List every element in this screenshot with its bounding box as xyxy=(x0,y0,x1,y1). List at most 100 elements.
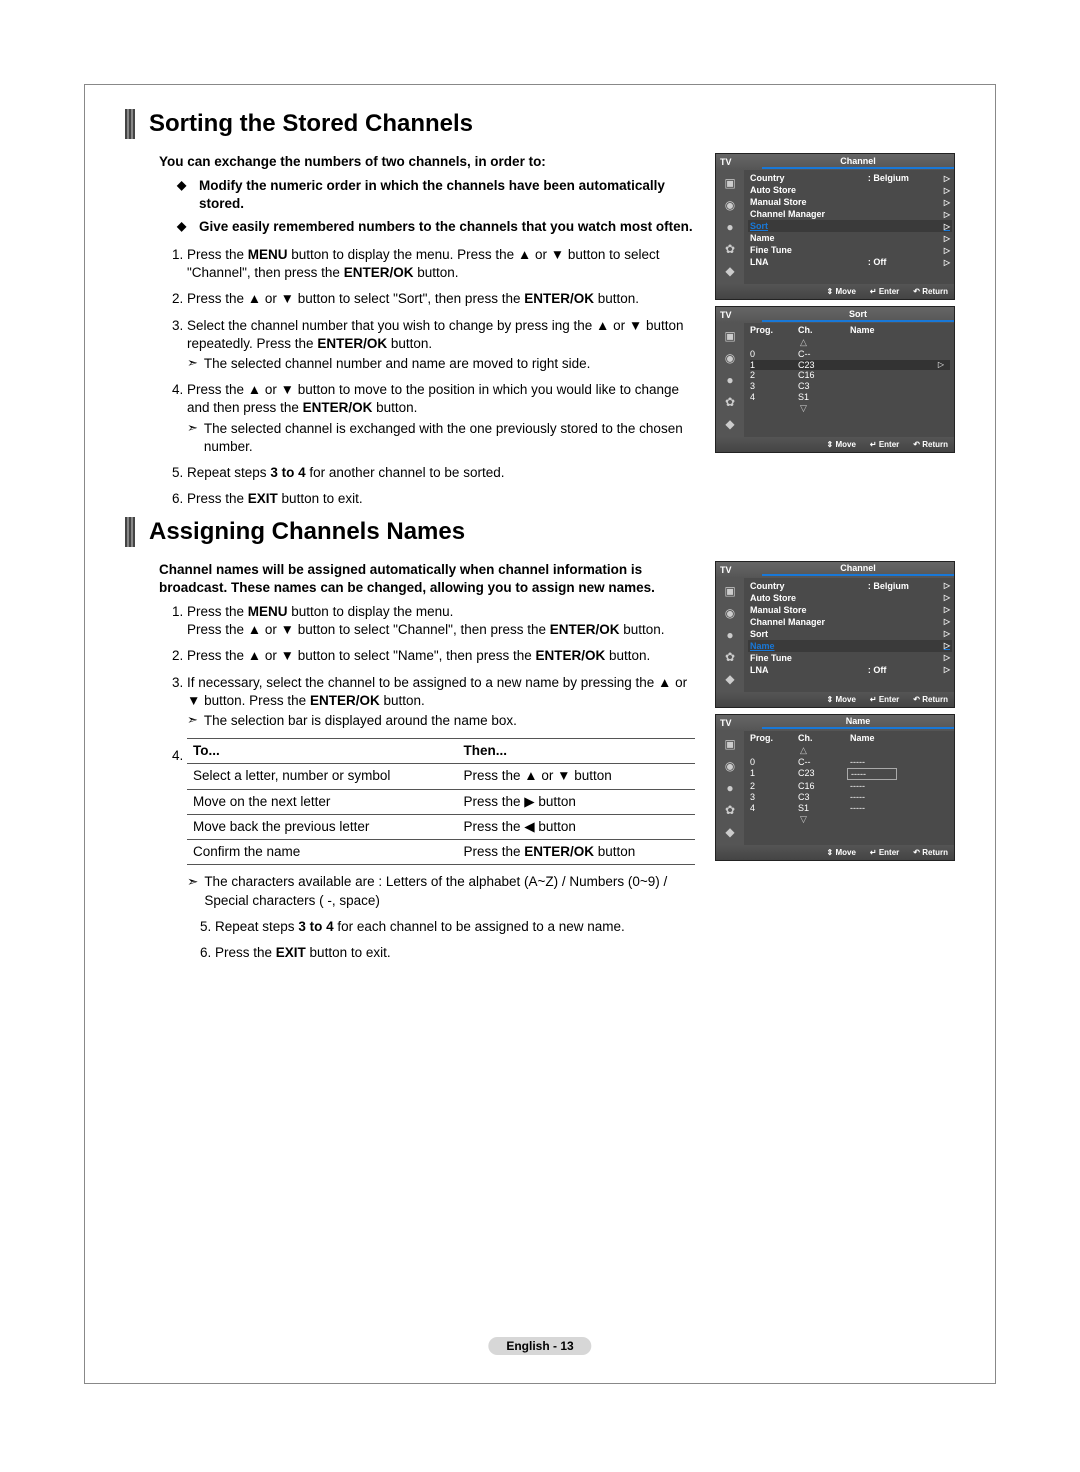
section2-intro: Channel names will be assigned automatic… xyxy=(159,561,695,597)
s2-step2: Press the ▲ or ▼ button to select "Name"… xyxy=(187,647,695,665)
osd-menu-item: Channel Manager▷ xyxy=(750,208,950,220)
td: Select a letter, number or symbol xyxy=(187,764,457,789)
scroll-down-icon: ▽ xyxy=(750,814,950,826)
step6: Press the EXIT button to exit. xyxy=(187,490,695,508)
step2: Press the ▲ or ▼ button to select "Sort"… xyxy=(187,290,695,308)
osd-menu-item: LNA: Off▷ xyxy=(750,664,950,676)
step4: Press the ▲ or ▼ button to move to the p… xyxy=(187,381,695,456)
osd-channel-menu: TVChannel ▣◉●✿◆ Country: Belgium▷Auto St… xyxy=(715,153,955,300)
td: Confirm the name xyxy=(187,840,457,865)
osd-title: Sort xyxy=(762,309,954,322)
osd-tv-label: TV xyxy=(716,565,762,575)
osd-return-hint: ↶ Return xyxy=(913,287,948,296)
osd-tv-label: TV xyxy=(716,310,762,320)
section-heading-sort: Sorting the Stored Channels xyxy=(125,109,955,139)
osd-channel-row: 3C3----- xyxy=(750,792,950,803)
osd-sort-list: TVSort ▣◉●✿◆ Prog.Ch.Name △ 0C--1C232C16… xyxy=(715,306,955,453)
osd-title: Channel xyxy=(762,563,954,576)
osd-menu-item: Name▷ xyxy=(748,640,952,652)
osd-move-hint: ⇕ Move xyxy=(827,287,856,296)
osd-title: Name xyxy=(762,716,954,729)
note-arrow-icon: ➣ xyxy=(187,712,198,730)
bullet-remembered: Give easily remembered numbers to the ch… xyxy=(199,218,695,236)
characters-note: The characters available are : Letters o… xyxy=(204,873,695,909)
osd-name-list: TVName ▣◉●✿◆ Prog.Ch.Name △ 0C-------1C2… xyxy=(715,714,955,861)
osd-menu-item: LNA: Off▷ xyxy=(750,256,950,268)
step5: Repeat steps 3 to 4 for another channel … xyxy=(187,464,695,482)
s2-step3: If necessary, select the channel to be a… xyxy=(187,674,695,731)
th-then: Then... xyxy=(457,739,695,764)
step3-note: The selected channel number and name are… xyxy=(204,355,695,373)
osd-return-hint: ↶ Return xyxy=(913,848,948,857)
page-number: English - 13 xyxy=(488,1337,591,1355)
osd-menu-item: Fine Tune▷ xyxy=(750,652,950,664)
td: Press the ENTER/OK button xyxy=(457,840,695,865)
scroll-up-icon: △ xyxy=(750,745,950,757)
heading-name: Assigning Channels Names xyxy=(149,518,465,546)
step3: Select the channel number that you wish … xyxy=(187,317,695,374)
s2-step3-note: The selection bar is displayed around th… xyxy=(204,712,695,730)
osd-category-icons: ▣◉●✿◆ xyxy=(716,731,744,845)
note-arrow-icon: ➣ xyxy=(187,873,198,909)
osd-return-hint: ↶ Return xyxy=(913,440,948,449)
osd-enter-hint: ↵ Enter xyxy=(870,287,899,296)
th-to: To... xyxy=(187,739,457,764)
osd-menu-item: Fine Tune▷ xyxy=(750,244,950,256)
osd-category-icons: ▣◉●✿◆ xyxy=(716,323,744,437)
note-arrow-icon: ➣ xyxy=(187,420,198,456)
osd-title: Channel xyxy=(762,156,954,169)
osd-tv-label: TV xyxy=(716,718,762,728)
osd-enter-hint: ↵ Enter xyxy=(870,695,899,704)
bullet-modify: Modify the numeric order in which the ch… xyxy=(199,177,695,213)
osd-channel-row: 0C-- xyxy=(750,349,950,360)
s2-step4: To...Then... Select a letter, number or … xyxy=(187,738,695,865)
osd-category-icons: ▣◉●✿◆ xyxy=(716,170,744,284)
td: Press the ▲ or ▼ button xyxy=(457,764,695,789)
heading-sort: Sorting the Stored Channels xyxy=(149,110,473,138)
osd-menu-item: Sort▷ xyxy=(748,220,952,232)
osd-move-hint: ⇕ Move xyxy=(827,848,856,857)
osd-channel-row: 2C16 xyxy=(750,370,950,381)
osd-move-hint: ⇕ Move xyxy=(827,440,856,449)
osd-enter-hint: ↵ Enter xyxy=(870,848,899,857)
osd-enter-hint: ↵ Enter xyxy=(870,440,899,449)
section-heading-name: Assigning Channels Names xyxy=(125,517,955,547)
td: Move on the next letter xyxy=(187,789,457,814)
osd-menu-item: Name▷ xyxy=(750,232,950,244)
osd-channel-row: 1C23----- xyxy=(750,768,950,781)
step4-note: The selected channel is exchanged with t… xyxy=(204,420,695,456)
step1: Press the MENU button to display the men… xyxy=(187,246,695,282)
section2-text: Channel names will be assigned automatic… xyxy=(159,561,695,971)
scroll-down-icon: ▽ xyxy=(750,403,950,415)
osd-channel-row: 3C3 xyxy=(750,381,950,392)
osd-channel-row: 4S1 xyxy=(750,392,950,403)
osd-columns: Prog.Ch.Name xyxy=(750,325,950,337)
osd-channel-row: 2C16----- xyxy=(750,781,950,792)
td: Move back the previous letter xyxy=(187,814,457,839)
osd-menu-item: Manual Store▷ xyxy=(750,604,950,616)
osd-menu-item: Manual Store▷ xyxy=(750,196,950,208)
heading-bar-icon xyxy=(125,109,135,139)
osd-menu-item: Auto Store▷ xyxy=(750,184,950,196)
osd-channel-row: 1C23 xyxy=(750,360,950,370)
td: Press the ◀ button xyxy=(457,814,695,839)
osd-channel-row: 4S1----- xyxy=(750,803,950,814)
section1-intro: You can exchange the numbers of two chan… xyxy=(159,153,695,171)
osd-category-icons: ▣◉●✿◆ xyxy=(716,578,744,692)
note-arrow-icon: ➣ xyxy=(187,355,198,373)
section1-text: You can exchange the numbers of two chan… xyxy=(159,153,695,517)
osd-tv-label: TV xyxy=(716,157,762,167)
s2-step6: Press the EXIT button to exit. xyxy=(215,944,695,962)
action-table: To...Then... Select a letter, number or … xyxy=(187,738,695,865)
osd-channel-menu-2: TVChannel ▣◉●✿◆ Country: Belgium▷Auto St… xyxy=(715,561,955,708)
manual-page: Sorting the Stored Channels You can exch… xyxy=(84,84,996,1384)
s2-step1: Press the MENU button to display the men… xyxy=(187,603,695,639)
osd-menu-item: Country: Belgium▷ xyxy=(750,580,950,592)
td: Press the ▶ button xyxy=(457,789,695,814)
heading-bar-icon xyxy=(125,517,135,547)
osd-menu-item: Channel Manager▷ xyxy=(750,616,950,628)
osd-channel-row: 0C------- xyxy=(750,757,950,768)
osd-menu-item: Auto Store▷ xyxy=(750,592,950,604)
osd-columns: Prog.Ch.Name xyxy=(750,733,950,745)
s2-step5: Repeat steps 3 to 4 for each channel to … xyxy=(215,918,695,936)
